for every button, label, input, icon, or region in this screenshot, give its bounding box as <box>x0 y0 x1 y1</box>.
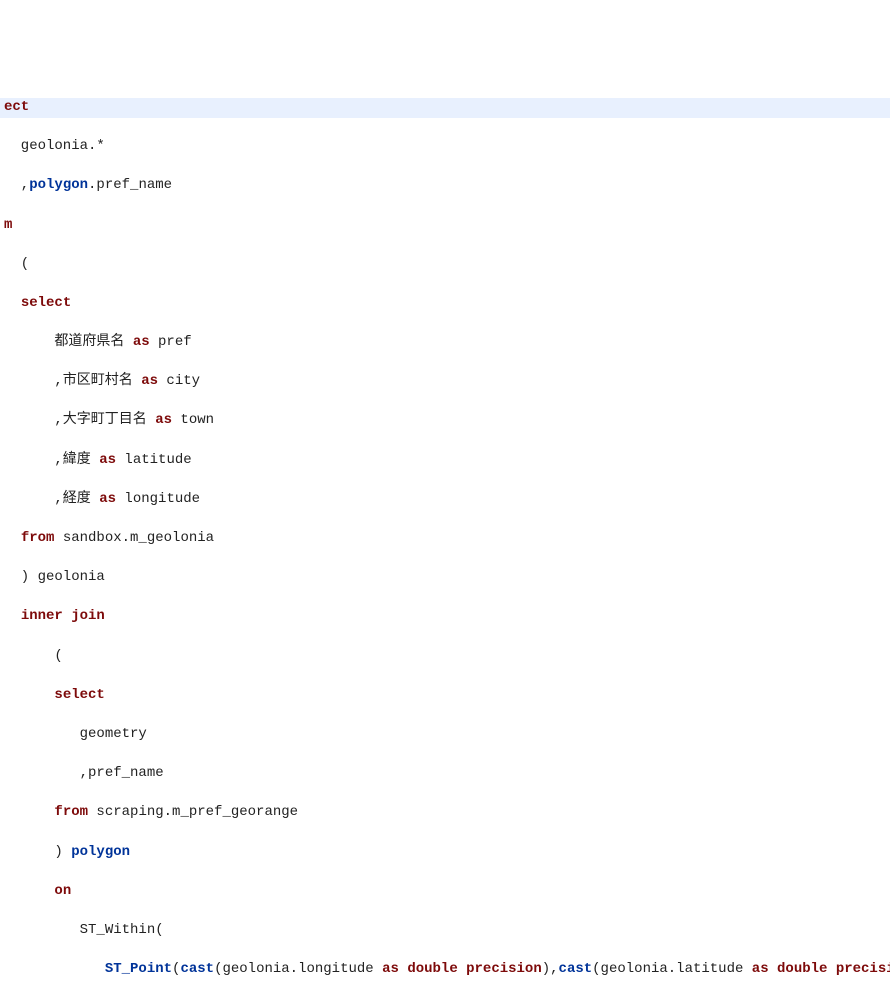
keyword-double-precision-partial: double precisio <box>777 961 890 977</box>
keyword-as: as <box>133 334 150 350</box>
code-text: geometry <box>4 726 147 742</box>
code-line: 都道府県名 as pref <box>0 333 890 353</box>
code-line: ) polygon <box>0 843 890 863</box>
code-text: ), <box>542 961 559 977</box>
code-text: pref <box>150 334 192 350</box>
code-line: select <box>0 686 890 706</box>
code-line: ST_Within( <box>0 921 890 941</box>
code-line: ,pref_name <box>0 764 890 784</box>
code-line: select <box>0 294 890 314</box>
identifier-polygon: polygon <box>29 177 88 193</box>
code-line: ,緯度 as latitude <box>0 451 890 471</box>
code-text <box>769 961 777 977</box>
code-line: geometry <box>0 725 890 745</box>
code-text: ) <box>4 844 71 860</box>
code-text: scraping.m_pref_georange <box>88 804 298 820</box>
code-line: ,市区町村名 as city <box>0 372 890 392</box>
code-text: (geolonia.longitude <box>214 961 382 977</box>
code-indent <box>4 295 21 311</box>
code-text: geolonia.* <box>4 138 105 154</box>
code-indent <box>4 883 54 899</box>
code-indent <box>4 687 54 703</box>
code-line: ) geolonia <box>0 568 890 588</box>
keyword-as: as <box>752 961 769 977</box>
code-text: ST_Within( <box>4 922 164 938</box>
function-stpoint: ST_Point <box>105 961 172 977</box>
keyword-as: as <box>141 373 158 389</box>
code-text: ,市区町村名 <box>4 373 141 389</box>
keyword-select: select <box>21 295 71 311</box>
code-line: m <box>0 216 890 236</box>
keyword-from-partial: m <box>4 217 12 233</box>
code-block: ect geolonia.* ,polygon.pref_name m ( se… <box>0 78 890 1000</box>
keyword-as: as <box>99 452 116 468</box>
code-line: geolonia.* <box>0 137 890 157</box>
keyword-select-partial: ect <box>4 99 29 115</box>
code-line: ect <box>0 98 890 118</box>
code-text: ,pref_name <box>4 765 164 781</box>
identifier-polygon: polygon <box>71 844 130 860</box>
code-line: from sandbox.m_geolonia <box>0 529 890 549</box>
code-line: ,polygon.geometry <box>0 999 890 1000</box>
code-text: ,経度 <box>4 491 99 507</box>
code-text: ,緯度 <box>4 452 99 468</box>
code-indent <box>4 530 21 546</box>
code-line: ST_Point(cast(geolonia.longitude as doub… <box>0 960 890 980</box>
code-text: , <box>4 177 29 193</box>
code-text: .pref_name <box>88 177 172 193</box>
code-text: ( <box>4 256 29 272</box>
code-text: latitude <box>116 452 192 468</box>
code-text: ( <box>172 961 180 977</box>
keyword-from: from <box>54 804 88 820</box>
code-text: town <box>172 412 214 428</box>
code-text <box>399 961 407 977</box>
code-text: ,大字町丁目名 <box>4 412 155 428</box>
code-line: ,大字町丁目名 as town <box>0 411 890 431</box>
code-text: longitude <box>116 491 200 507</box>
function-cast: cast <box>180 961 214 977</box>
function-cast: cast <box>559 961 593 977</box>
code-text: ( <box>4 648 63 664</box>
code-text: sandbox.m_geolonia <box>54 530 214 546</box>
code-text: 都道府県名 <box>4 334 133 350</box>
keyword-as: as <box>155 412 172 428</box>
code-line: from scraping.m_pref_georange <box>0 803 890 823</box>
code-line: ( <box>0 647 890 667</box>
keyword-on: on <box>54 883 71 899</box>
code-text: city <box>158 373 200 389</box>
keyword-double-precision: double precision <box>407 961 541 977</box>
code-indent <box>4 804 54 820</box>
keyword-as: as <box>99 491 116 507</box>
code-line: ( <box>0 255 890 275</box>
code-indent <box>4 961 105 977</box>
code-text: (geolonia.latitude <box>592 961 752 977</box>
code-text: ) geolonia <box>4 569 105 585</box>
code-line: ,polygon.pref_name <box>0 176 890 196</box>
keyword-select: select <box>54 687 104 703</box>
keyword-as: as <box>382 961 399 977</box>
code-line: on <box>0 882 890 902</box>
keyword-inner-join: inner join <box>21 608 105 624</box>
keyword-from: from <box>21 530 55 546</box>
code-indent <box>4 608 21 624</box>
code-line: inner join <box>0 607 890 627</box>
